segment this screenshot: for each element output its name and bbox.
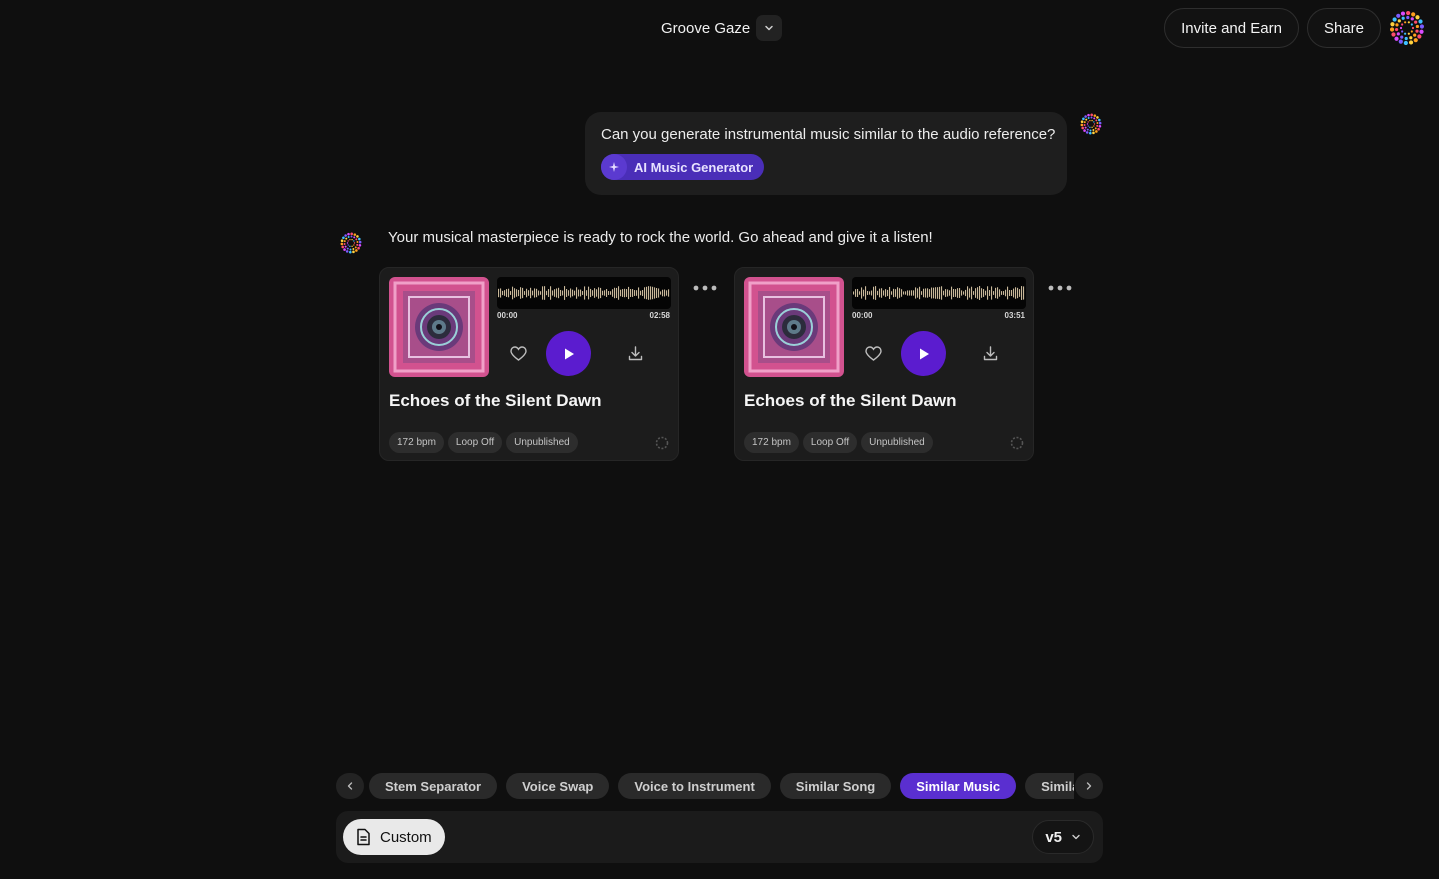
play-button[interactable] [546,331,591,376]
custom-mode-button[interactable]: Custom [343,819,445,855]
tool-chips-bar: Stem Separator Voice Swap Voice to Instr… [336,773,1103,799]
sparkle-icon [601,154,627,180]
user-avatar-icon [1080,113,1102,135]
time-duration: 03:51 [1004,311,1025,320]
waveform[interactable] [852,277,1026,309]
more-options-icon[interactable] [690,280,720,296]
chevron-down-icon [1072,834,1080,840]
play-icon [919,348,929,359]
chevron-down-icon[interactable] [756,15,783,41]
loop-tag[interactable]: Loop Off [802,432,858,453]
publish-status-tag[interactable]: Unpublished [861,432,933,453]
document-icon [357,828,370,846]
ai-music-generator-chip[interactable]: AI Music Generator [601,154,765,180]
track-card: 00:00 03:51 Echoes of the Silent Dawn 17… [734,267,1034,461]
model-version-label: v5 [1045,828,1062,846]
track-tags: 172 bpm Loop Off Unpublished [389,432,578,453]
chip-similar-music[interactable]: Similar Music [900,773,1017,799]
invite-and-earn-button[interactable]: Invite and Earn [1164,8,1299,48]
time-current: 00:00 [497,311,518,320]
time-duration: 02:58 [649,311,670,320]
play-button[interactable] [901,331,946,376]
waveform[interactable] [497,277,671,309]
share-button[interactable]: Share [1306,8,1381,48]
user-message-bubble: Can you generate instrumental music simi… [585,112,1067,195]
album-cover[interactable] [744,277,844,377]
project-title: Groove Gaze [661,19,751,37]
custom-mode-label: Custom [380,828,432,846]
header-actions: Invite and Earn Share [1164,8,1425,48]
tool-chips-list: Stem Separator Voice Swap Voice to Instr… [369,773,1074,799]
loop-tag[interactable]: Loop Off [447,432,503,453]
bpm-tag: 172 bpm [389,432,444,453]
download-icon[interactable] [622,331,648,375]
chip-similar-singer[interactable]: Similar Singer [1025,773,1074,799]
track-tags: 172 bpm Loop Off Unpublished [744,432,933,453]
track-title: Echoes of the Silent Dawn [389,391,602,410]
chip-voice-swap[interactable]: Voice Swap [506,773,610,799]
chip-stem-separator[interactable]: Stem Separator [369,773,498,799]
time-current: 00:00 [852,311,873,320]
project-title-menu[interactable]: Groove Gaze [661,15,783,41]
like-heart-icon[interactable] [860,331,886,375]
assistant-message-text: Your musical masterpiece is ready to roc… [388,229,933,246]
chip-voice-to-instrument[interactable]: Voice to Instrument [618,773,771,799]
loading-spinner-icon [1010,436,1024,450]
track-card: 00:00 02:58 Echoes of the Silent Dawn 17… [379,267,679,461]
download-icon[interactable] [977,331,1003,375]
play-icon [564,348,574,359]
bpm-tag: 172 bpm [744,432,799,453]
assistant-avatar-icon [340,232,362,254]
like-heart-icon[interactable] [505,331,531,375]
user-message-text: Can you generate instrumental music simi… [601,126,1056,143]
track-title: Echoes of the Silent Dawn [744,391,957,410]
more-options-icon[interactable] [1045,280,1075,296]
chip-similar-song[interactable]: Similar Song [779,773,892,799]
loading-spinner-icon [655,436,669,450]
tool-chip-label: AI Music Generator [634,159,754,175]
model-version-select[interactable]: v5 [1032,820,1094,854]
album-cover[interactable] [389,277,489,377]
composer-bar: Custom v5 [336,811,1103,863]
chevron-right-icon[interactable] [1075,773,1103,799]
chevron-left-icon[interactable] [336,773,364,799]
profile-avatar-icon[interactable] [1389,10,1425,46]
publish-status-tag[interactable]: Unpublished [506,432,578,453]
